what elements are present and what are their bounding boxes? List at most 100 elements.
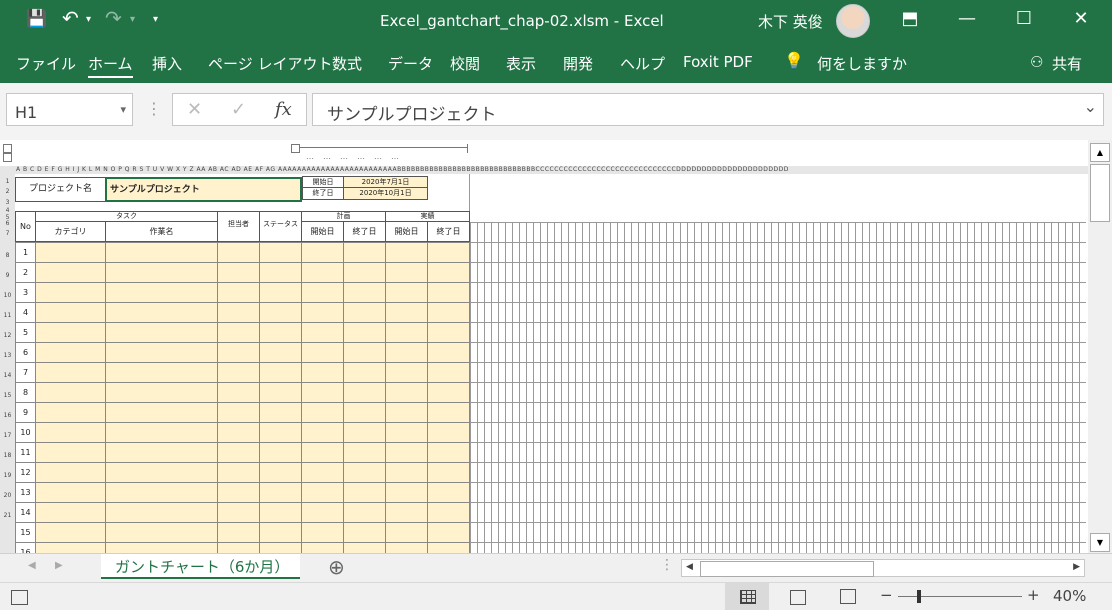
tab-developer[interactable]: 開発 [563, 53, 593, 74]
sheet-tab-gantt[interactable]: ガントチャート（6か月） [101, 554, 300, 579]
task-cell[interactable] [35, 502, 106, 523]
header-category[interactable]: カテゴリ [35, 221, 106, 242]
page-layout-view-icon[interactable] [790, 590, 806, 605]
task-cell[interactable] [105, 402, 218, 423]
row-header[interactable]: 2 [0, 188, 15, 195]
row-header[interactable]: 13 [0, 352, 15, 359]
task-cell[interactable] [301, 322, 344, 343]
share-icon[interactable]: ⚇ [1030, 53, 1043, 71]
task-cell[interactable] [427, 362, 470, 383]
task-number-cell[interactable]: 15 [15, 522, 36, 543]
task-cell[interactable] [105, 242, 218, 263]
task-cell[interactable] [217, 382, 260, 403]
row-header[interactable]: 10 [0, 292, 15, 299]
task-cell[interactable] [427, 422, 470, 443]
user-name[interactable]: 木下 英俊 [758, 11, 823, 32]
zoom-level[interactable]: 40% [1053, 587, 1086, 605]
row-headers[interactable]: 1 2 3 4 5 6 7 8 9 10 11 12 13 14 15 16 17 18 19 20 21 [0, 174, 15, 553]
row-header[interactable]: 20 [0, 492, 15, 499]
tab-page-layout[interactable]: ページ レイアウト [208, 53, 332, 74]
task-number-cell[interactable]: 4 [15, 302, 36, 323]
task-cell[interactable] [427, 462, 470, 483]
row-header[interactable]: 9 [0, 272, 15, 279]
task-cell[interactable] [259, 522, 302, 543]
task-number-cell[interactable]: 10 [15, 422, 36, 443]
task-number-cell[interactable]: 7 [15, 362, 36, 383]
scroll-left-button[interactable]: ◀ [686, 562, 693, 572]
header-status[interactable]: ステータス [259, 211, 302, 242]
task-cell[interactable] [427, 482, 470, 503]
redo-icon[interactable]: ↷ [105, 6, 122, 30]
row-header[interactable]: 17 [0, 432, 15, 439]
row-header[interactable]: 18 [0, 452, 15, 459]
name-box-dropdown-icon[interactable]: ▾ [120, 103, 126, 116]
task-cell[interactable] [105, 522, 218, 543]
header-no[interactable]: No [15, 211, 36, 242]
task-cell[interactable] [427, 242, 470, 263]
task-cell[interactable] [105, 442, 218, 463]
task-cell[interactable] [301, 542, 344, 553]
row-header[interactable]: 7 [0, 230, 15, 237]
task-cell[interactable] [217, 542, 260, 553]
tell-me-search[interactable]: 何をしますか [817, 53, 907, 74]
row-header[interactable]: 16 [0, 412, 15, 419]
task-cell[interactable] [385, 342, 428, 363]
task-cell[interactable] [259, 542, 302, 553]
task-cell[interactable] [259, 442, 302, 463]
task-cell[interactable] [217, 322, 260, 343]
task-cell[interactable] [35, 542, 106, 553]
task-cell[interactable] [427, 322, 470, 343]
tab-file[interactable]: ファイル [16, 53, 76, 74]
task-cell[interactable] [105, 362, 218, 383]
task-cell[interactable] [35, 402, 106, 423]
cancel-icon[interactable]: ✕ [187, 99, 202, 120]
row-header[interactable]: 3 [0, 199, 15, 206]
task-cell[interactable] [301, 442, 344, 463]
scroll-down-button[interactable]: ▼ [1090, 533, 1110, 552]
tab-help[interactable]: ヘルプ [620, 53, 665, 74]
task-number-cell[interactable]: 11 [15, 442, 36, 463]
task-cell[interactable] [35, 462, 106, 483]
task-cell[interactable] [343, 342, 386, 363]
next-sheet-icon[interactable]: ▶ [55, 560, 63, 571]
task-cell[interactable] [105, 302, 218, 323]
row-header[interactable]: 14 [0, 372, 15, 379]
project-name-cell[interactable]: サンプルプロジェクト [105, 177, 302, 202]
task-cell[interactable] [427, 382, 470, 403]
task-cell[interactable] [259, 382, 302, 403]
task-cell[interactable] [343, 502, 386, 523]
task-cell[interactable] [105, 462, 218, 483]
task-cell[interactable] [301, 482, 344, 503]
ribbon-display-options-icon[interactable]: ⬒ [887, 8, 933, 29]
task-cell[interactable] [301, 302, 344, 323]
row-header[interactable]: 8 [0, 252, 15, 259]
task-cell[interactable] [427, 402, 470, 423]
task-cell[interactable] [301, 342, 344, 363]
tab-review[interactable]: 校閲 [450, 53, 480, 74]
header-owner[interactable]: 担当者 [217, 211, 260, 242]
row-header[interactable]: 19 [0, 472, 15, 479]
maximize-button[interactable]: ☐ [1001, 8, 1047, 29]
close-button[interactable]: ✕ [1058, 8, 1104, 29]
add-sheet-icon[interactable]: ⊕ [328, 555, 345, 579]
end-label-cell[interactable]: 終了日 [302, 187, 344, 200]
share-button[interactable]: 共有 [1052, 53, 1082, 74]
worksheet[interactable]: ……………… A B C D E F G H I J K L M N O P Q… [0, 140, 1088, 553]
task-cell[interactable] [35, 302, 106, 323]
horizontal-scrollbar[interactable]: ◀ ▶ [681, 559, 1085, 577]
user-avatar[interactable] [836, 4, 870, 38]
task-cell[interactable] [343, 462, 386, 483]
normal-view-button[interactable] [725, 583, 769, 610]
column-headers[interactable]: A B C D E F G H I J K L M N O P Q R S T … [0, 166, 1088, 174]
task-cell[interactable] [259, 342, 302, 363]
task-cell[interactable] [35, 482, 106, 503]
task-cell[interactable] [217, 522, 260, 543]
task-cell[interactable] [385, 522, 428, 543]
row-header[interactable]: 4 [0, 207, 15, 214]
tab-foxit-pdf[interactable]: Foxit PDF [683, 53, 753, 71]
header-actual-end[interactable]: 終了日 [427, 221, 470, 242]
task-cell[interactable] [385, 362, 428, 383]
lightbulb-icon[interactable]: 💡 [784, 51, 804, 70]
task-cell[interactable] [301, 422, 344, 443]
task-cell[interactable] [301, 282, 344, 303]
